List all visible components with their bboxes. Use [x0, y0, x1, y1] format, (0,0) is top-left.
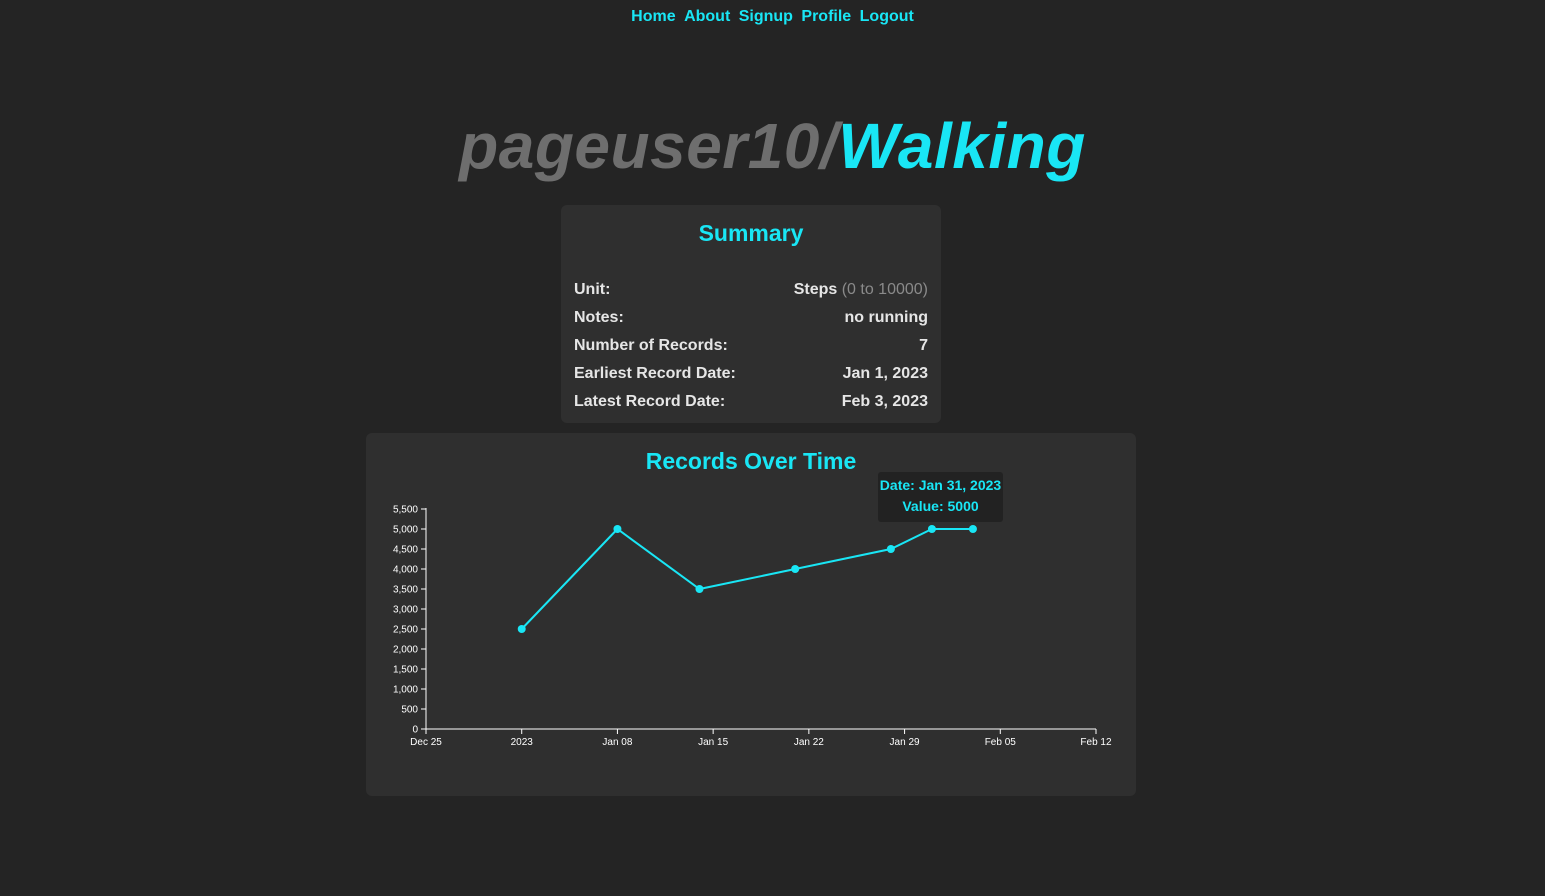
nav-profile-link[interactable]: Profile [801, 8, 851, 25]
summary-notes-value: no running [844, 309, 928, 326]
page-title-user: pageuser10/ [459, 110, 839, 182]
summary-records-value: 7 [919, 337, 928, 354]
data-point [695, 585, 704, 593]
tooltip-value: Value: 5000 [902, 498, 979, 514]
summary-rows: Unit: Steps (0 to 10000) Notes: no runni… [574, 276, 928, 416]
summary-latest-value: Feb 3, 2023 [841, 393, 928, 410]
data-point [613, 525, 622, 533]
y-tick-label: 3,000 [393, 605, 418, 616]
y-tick-label: 5,500 [393, 505, 418, 516]
summary-records-label: Number of Records: [574, 337, 728, 354]
y-tick-label: 3,500 [393, 585, 418, 596]
summary-row-records: Number of Records: 7 [574, 332, 928, 360]
x-tick-label: Jan 29 [890, 737, 920, 748]
x-tick-label: Feb 12 [1080, 737, 1112, 748]
summary-earliest-label: Earliest Record Date: [574, 365, 736, 382]
y-tick-label: 4,500 [393, 545, 418, 556]
tooltip-date: Date: Jan 31, 2023 [879, 477, 1002, 493]
y-tick-label: 4,000 [393, 565, 418, 576]
y-tick-label: 0 [412, 725, 418, 736]
data-point [927, 525, 936, 533]
summary-unit-value-wrap: Steps (0 to 10000) [794, 276, 928, 304]
summary-unit-label: Unit: [574, 281, 611, 298]
chart-card: Records Over Time 0 500 1,000 1,500 2,000 2,5… [366, 433, 1136, 796]
summary-row-notes: Notes: no running [574, 304, 928, 332]
chart-tooltip: Date: Jan 31, 2023 Value: 5000 [878, 472, 1003, 522]
x-tick-label: Jan 22 [794, 737, 824, 748]
x-tick-label: Jan 15 [698, 737, 728, 748]
nav-home-link[interactable]: Home [631, 8, 675, 25]
y-tick-label: 5,000 [393, 525, 418, 536]
y-tick-label: 2,500 [393, 625, 418, 636]
summary-row-unit: Unit: Steps (0 to 10000) [574, 276, 928, 304]
summary-heading: Summary [698, 220, 804, 246]
x-tick-label: 2023 [511, 737, 534, 748]
y-tick-label: 1,500 [393, 665, 418, 676]
summary-unit-range: (0 to 10000) [841, 281, 928, 298]
x-tick-label: Dec 25 [410, 737, 442, 748]
page-title: pageuser10/Walking [0, 108, 1545, 184]
x-tick-label: Feb 05 [985, 737, 1017, 748]
y-tick-label: 2,000 [393, 645, 418, 656]
page-title-activity: Walking [838, 110, 1086, 182]
summary-unit-value: Steps [793, 281, 838, 298]
y-tick-label: 1,000 [393, 685, 418, 696]
summary-row-latest: Latest Record Date: Feb 3, 2023 [574, 388, 928, 416]
y-tick-label: 500 [401, 705, 418, 716]
nav-logout-link[interactable]: Logout [860, 8, 914, 25]
x-tick-label: Jan 08 [602, 737, 632, 748]
top-nav: Home About Signup Profile Logout [0, 8, 1545, 26]
summary-row-earliest: Earliest Record Date: Jan 1, 2023 [574, 360, 928, 388]
nav-signup-link[interactable]: Signup [739, 8, 793, 25]
summary-earliest-value: Jan 1, 2023 [842, 365, 928, 382]
series-line [520, 527, 973, 630]
data-point [517, 625, 526, 633]
data-point [791, 565, 800, 573]
summary-notes-label: Notes: [574, 309, 624, 326]
summary-latest-label: Latest Record Date: [574, 393, 726, 410]
records-line-chart: 0 500 1,000 1,500 2,000 2,500 3,000 3,500 4,000 4… [393, 505, 1112, 749]
data-point [886, 545, 895, 553]
nav-about-link[interactable]: About [684, 8, 730, 25]
data-point [968, 525, 977, 533]
summary-card: Summary Unit: Steps (0 to 10000) Notes: … [561, 205, 941, 423]
